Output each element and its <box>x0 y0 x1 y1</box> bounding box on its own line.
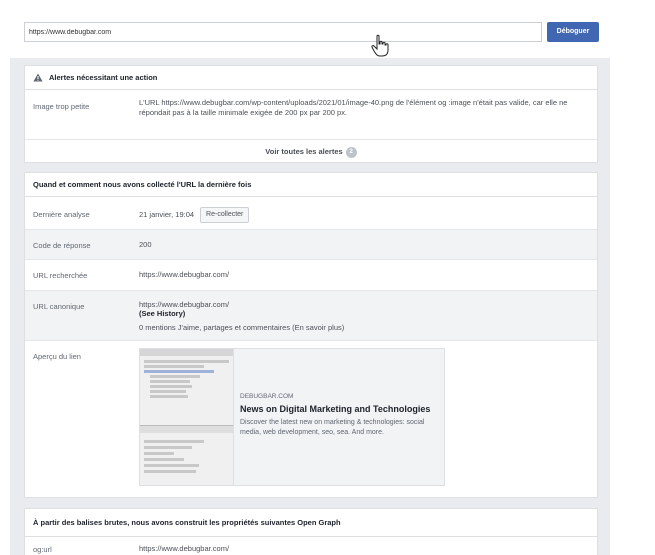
alerts-header: Alertes nécessitant une action <box>25 66 597 90</box>
scrape-header: Quand et comment nous avons collecté l'U… <box>25 173 597 197</box>
canonical-url-label: URL canonique <box>33 302 85 311</box>
alerts-card: Alertes nécessitant une action Image tro… <box>24 65 598 163</box>
preview-domain: DEBUGBAR.COM <box>240 393 294 400</box>
alert-row: Image trop petite L'URL https://www.debu… <box>25 90 597 140</box>
preview-description: Discover the latest new on marketing & t… <box>240 419 425 436</box>
preview-thumbnail <box>140 349 234 485</box>
og-url-label: og:url <box>33 545 52 554</box>
fetched-url-row: URL recherchée https://www.debugbar.com/ <box>25 260 597 291</box>
link-preview-card[interactable]: DEBUGBAR.COM News on Digital Marketing a… <box>139 348 445 486</box>
last-scraped-date: 21 janvier, 19:04 <box>139 209 195 219</box>
alert-text: L'URL https://www.debugbar.com/wp-conten… <box>139 98 568 117</box>
preview-title: News on Digital Marketing and Technologi… <box>240 404 431 414</box>
response-code-label: Code de réponse <box>33 241 91 250</box>
see-all-alerts-link[interactable]: Voir toutes les alertes 2 <box>25 140 597 164</box>
mentions-text: 0 mentions J'aime, partages et commentai… <box>139 323 345 332</box>
see-history-link[interactable]: (See History) <box>139 309 185 319</box>
fetched-url-label: URL recherchée <box>33 271 88 280</box>
recollect-button[interactable]: Re-collecter <box>200 207 250 223</box>
og-title: À partir des balises brutes, nous avons … <box>33 518 341 527</box>
warning-icon <box>33 73 43 82</box>
og-url-row: og:url https://www.debugbar.com/ <box>25 537 597 555</box>
alert-label: Image trop petite <box>33 102 90 111</box>
canonical-url-row: URL canonique https://www.debugbar.com/ … <box>25 291 597 341</box>
link-preview-label: Aperçu du lien <box>33 352 81 361</box>
link-preview-row: Aperçu du lien DEBUGBAR.COM News on Digi… <box>25 341 597 497</box>
response-code-value: 200 <box>139 240 152 249</box>
top-bar: Déboguer <box>0 0 655 60</box>
thumb-titlebar <box>140 349 233 356</box>
url-input[interactable] <box>24 22 542 42</box>
scrape-card: Quand et comment nous avons collecté l'U… <box>24 172 598 498</box>
scrape-title: Quand et comment nous avons collecté l'U… <box>33 180 252 189</box>
open-graph-card: À partir des balises brutes, nous avons … <box>24 508 598 555</box>
og-header: À partir des balises brutes, nous avons … <box>25 509 597 537</box>
hand-cursor-icon <box>371 34 389 57</box>
see-all-label: Voir toutes les alertes <box>265 147 343 156</box>
debug-button[interactable]: Déboguer <box>547 22 599 42</box>
alerts-count-badge: 2 <box>345 146 357 158</box>
response-code-row: Code de réponse 200 <box>25 230 597 260</box>
last-scraped-label: Dernière analyse <box>33 210 90 219</box>
fetched-url-value: https://www.debugbar.com/ <box>139 270 230 279</box>
og-url-value: https://www.debugbar.com/ <box>139 544 230 553</box>
last-scraped-row: Dernière analyse 21 janvier, 19:04 Re-col… <box>25 197 597 230</box>
last-scraped-value: 21 janvier, 19:04 Re-collecter <box>139 207 250 223</box>
alerts-title: Alertes nécessitant une action <box>49 73 158 82</box>
